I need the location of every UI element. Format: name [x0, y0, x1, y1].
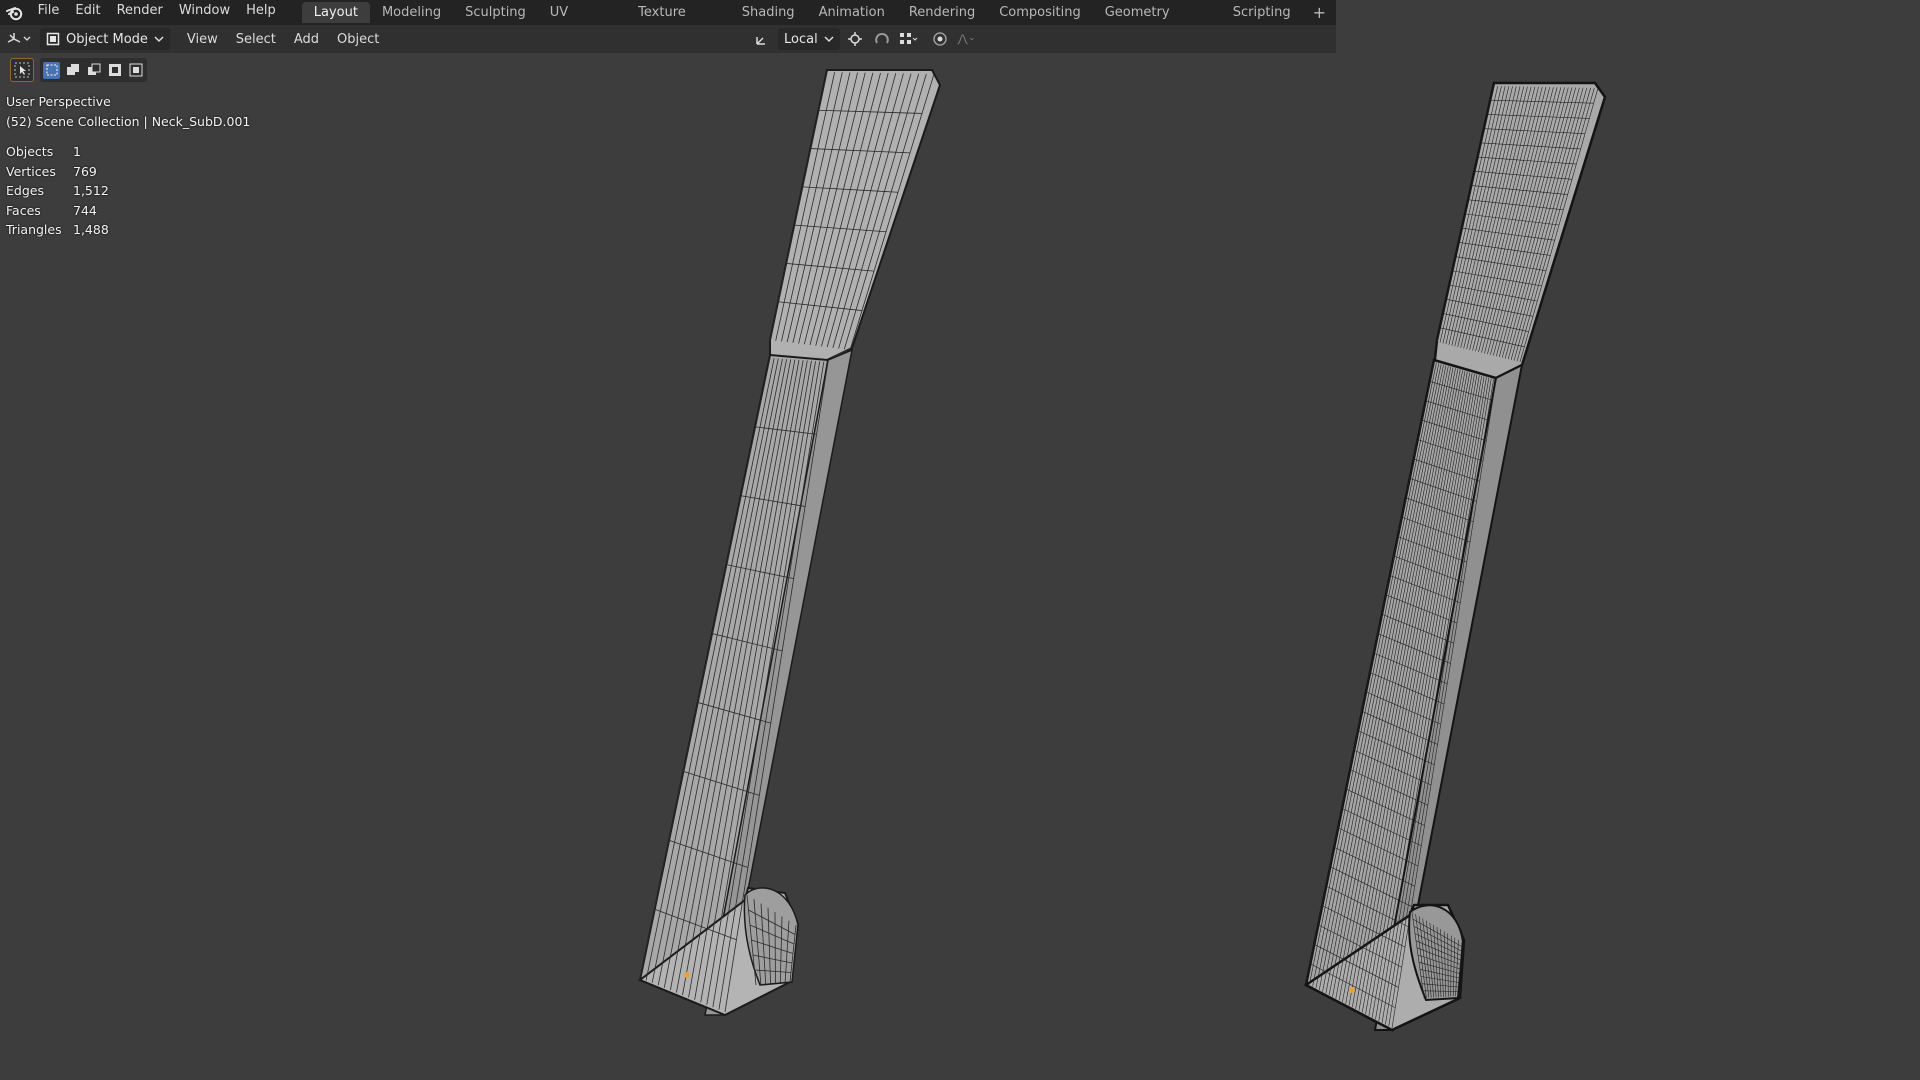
tab-animation[interactable]: Animation [807, 2, 897, 23]
blender-logo-icon[interactable] [0, 0, 30, 25]
workspace-tabs: Layout Modeling Sculpting UV Editing Tex… [301, 0, 1336, 41]
object-mode-icon [46, 32, 60, 46]
orientation-select[interactable]: Local [778, 28, 840, 50]
header-center-tools: Local [754, 28, 976, 50]
menu-help[interactable]: Help [238, 0, 284, 25]
tab-sculpting[interactable]: Sculpting [453, 2, 538, 23]
tab-geometry-nodes[interactable]: Geometry Nodes [1093, 2, 1221, 41]
snap-toggle-icon[interactable] [872, 29, 892, 49]
snap-target-icon[interactable] [898, 29, 918, 49]
chevron-down-icon [154, 36, 164, 43]
editor-type-button[interactable] [6, 28, 32, 50]
tab-uv-editing[interactable]: UV Editing [538, 2, 626, 41]
menu-render[interactable]: Render [109, 0, 171, 25]
tab-compositing[interactable]: Compositing [987, 2, 1093, 23]
transform-orientation-icon [756, 37, 765, 45]
object-origin-right [1349, 987, 1355, 993]
menu-file[interactable]: File [30, 0, 68, 25]
falloff-curve-icon[interactable] [956, 29, 976, 49]
object-mode-label: Object Mode [66, 31, 148, 47]
viewport-3d[interactable] [0, 53, 1920, 1080]
proportional-editing-icon[interactable] [930, 29, 950, 49]
orientation-label: Local [784, 31, 818, 47]
tab-modeling[interactable]: Modeling [370, 2, 453, 23]
tab-rendering[interactable]: Rendering [897, 2, 987, 23]
view-menu[interactable]: View [178, 32, 227, 47]
tab-shading[interactable]: Shading [730, 2, 807, 23]
viewport-header: Object Mode View Select Add Object Local [0, 25, 1336, 53]
tab-texture-paint[interactable]: Texture Paint [626, 2, 730, 41]
object-mode-select[interactable]: Object Mode [40, 28, 170, 50]
top-menu-bar: File Edit Render Window Help Layout Mode… [0, 0, 1336, 41]
menu-window[interactable]: Window [171, 0, 238, 25]
menu-edit[interactable]: Edit [67, 0, 108, 25]
neck-mesh-left[interactable] [638, 69, 942, 1017]
tab-scripting[interactable]: Scripting [1221, 2, 1303, 23]
editor-type-icon [7, 33, 31, 43]
neck-mesh-right-subd[interactable] [1303, 81, 1607, 1032]
chevron-down-icon [824, 36, 834, 43]
object-menu[interactable]: Object [328, 32, 388, 47]
select-menu[interactable]: Select [227, 32, 285, 47]
add-menu[interactable]: Add [285, 32, 328, 47]
object-origin-left [684, 972, 690, 978]
add-workspace-icon[interactable]: + [1303, 3, 1336, 22]
pivot-point-icon[interactable] [846, 29, 866, 49]
tab-layout[interactable]: Layout [301, 2, 370, 23]
